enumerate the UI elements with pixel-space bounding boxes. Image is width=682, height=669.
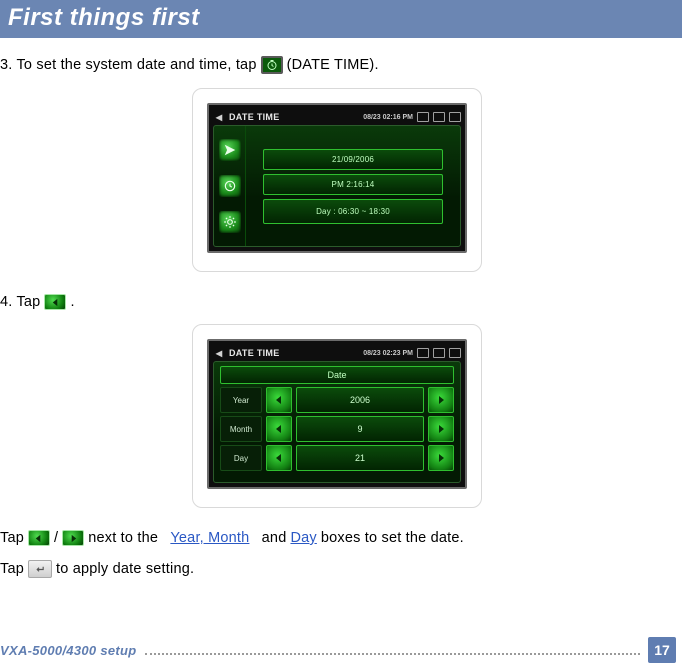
step3-suffix: (DATE TIME).	[287, 57, 379, 73]
row-value: 21	[296, 445, 424, 471]
increment-button[interactable]	[428, 387, 454, 413]
date-display: 21/09/2006	[263, 149, 443, 170]
text: next to the	[88, 530, 158, 546]
titlebar-status-icon	[449, 112, 461, 122]
dayrange-display: Day : 06:30 ~ 18:30	[263, 199, 443, 224]
decrement-button[interactable]	[266, 387, 292, 413]
year-month-link[interactable]: Year, Month	[170, 530, 249, 546]
left-arrow-icon	[28, 530, 50, 546]
side-tab-icon	[219, 139, 241, 161]
titlebar-status-icon	[433, 112, 445, 122]
date-header: Date	[220, 366, 454, 384]
page-number: 17	[648, 637, 676, 663]
increment-button[interactable]	[428, 445, 454, 471]
screen1-main: 21/09/2006 PM 2:16:14 Day : 06:30 ~ 18:3…	[246, 126, 460, 246]
step-4-text: 4. Tap .	[0, 294, 674, 310]
titlebar: ◂ DATE TIME 08/23 02:16 PM	[213, 109, 461, 125]
titlebar-status-icon	[417, 112, 429, 122]
titlebar-status-icon	[449, 348, 461, 358]
footer-dots	[145, 653, 641, 655]
text: Tap	[0, 530, 24, 546]
row-label: Day	[220, 445, 262, 471]
titlebar-status-icon	[433, 348, 445, 358]
back-icon: ◂	[213, 346, 225, 360]
row-value: 2006	[296, 387, 424, 413]
row-label: Year	[220, 387, 262, 413]
titlebar-label: DATE TIME	[229, 112, 280, 122]
row-value: 9	[296, 416, 424, 442]
step-3-text: 3. To set the system date and time, tap …	[0, 56, 674, 74]
day-row: Day 21	[220, 445, 454, 471]
section-title: First things first	[8, 4, 200, 32]
step4-period: .	[70, 294, 74, 310]
year-row: Year 2006	[220, 387, 454, 413]
text: /	[54, 530, 58, 546]
section-banner: First things first	[0, 0, 682, 38]
side-tabs	[214, 126, 246, 246]
titlebar-time: 08/23 02:23 PM	[363, 350, 413, 357]
row-label: Month	[220, 416, 262, 442]
screen2-main: Date Year 2006 Month 9	[214, 362, 460, 482]
datetime-icon	[261, 56, 283, 74]
titlebar-label: DATE TIME	[229, 348, 280, 358]
return-icon	[28, 560, 52, 578]
screenshot-frame-2: ◂ DATE TIME 08/23 02:23 PM Date Year 2	[192, 324, 482, 508]
text: and	[262, 530, 287, 546]
text: to apply date setting.	[56, 561, 194, 577]
back-icon: ◂	[213, 110, 225, 124]
decrement-button[interactable]	[266, 416, 292, 442]
apply-instruction: Tap to apply date setting.	[0, 560, 674, 578]
time-display: PM 2:16:14	[263, 174, 443, 195]
device-screen-2: ◂ DATE TIME 08/23 02:23 PM Date Year 2	[207, 339, 467, 489]
footer-title: VXA-5000/4300 setup	[0, 643, 137, 658]
screenshot-frame-1: ◂ DATE TIME 08/23 02:16 PM	[192, 88, 482, 272]
step4-prefix: 4. Tap	[0, 294, 40, 310]
text: Tap	[0, 561, 24, 577]
titlebar: ◂ DATE TIME 08/23 02:23 PM	[213, 345, 461, 361]
month-row: Month 9	[220, 416, 454, 442]
decrement-button[interactable]	[266, 445, 292, 471]
step3-prefix: 3. To set the system date and time, tap	[0, 57, 257, 73]
side-tab-icon	[219, 175, 241, 197]
page-footer: VXA-5000/4300 setup 17	[0, 637, 682, 663]
text: boxes to set the date.	[321, 530, 464, 546]
titlebar-status-icon	[417, 348, 429, 358]
left-arrow-icon	[44, 294, 66, 310]
arrow-instruction: Tap / next to the Year, Month and Day bo…	[0, 530, 674, 546]
device-screen-1: ◂ DATE TIME 08/23 02:16 PM	[207, 103, 467, 253]
titlebar-time: 08/23 02:16 PM	[363, 114, 413, 121]
increment-button[interactable]	[428, 416, 454, 442]
day-link[interactable]: Day	[290, 530, 316, 546]
right-arrow-icon	[62, 530, 84, 546]
side-tab-icon	[219, 211, 241, 233]
